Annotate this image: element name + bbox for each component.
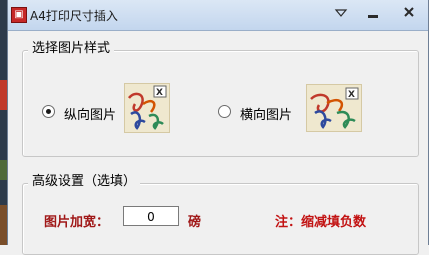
collapse-button[interactable] [328, 4, 354, 22]
radio-portrait-label: 纵向图片 [64, 108, 117, 123]
radio-landscape-label: 横向图片 [240, 108, 293, 123]
portrait-image-preview: X [124, 83, 170, 133]
close-icon [404, 7, 414, 17]
background-fragment [0, 80, 7, 110]
radio-selected-dot [46, 109, 51, 114]
negative-value-note: 注：缩减填负数 [275, 215, 367, 230]
portrait-sample-picture: X [128, 85, 167, 130]
minimize-icon [368, 15, 378, 18]
svg-text:X: X [156, 88, 163, 98]
radio-landscape-circle[interactable] [218, 105, 231, 118]
app-icon: ▣ [11, 7, 27, 23]
radio-landscape[interactable]: 横向图片 [218, 104, 308, 123]
title-bar[interactable]: ▣ A4打印尺寸插入 [8, 0, 428, 31]
unit-label: 磅 [188, 215, 202, 230]
minimize-button[interactable] [360, 4, 386, 22]
advanced-settings-group-title: 高级设置（选填） [28, 174, 141, 190]
background-strip [0, 0, 7, 245]
image-style-group-title: 选择图片样式 [28, 41, 115, 57]
window-title: A4打印尺寸插入 [30, 9, 118, 23]
background-fragment [0, 160, 7, 180]
radio-portrait-circle[interactable] [42, 105, 55, 118]
close-button[interactable] [392, 4, 426, 22]
landscape-sample-picture: X [310, 87, 359, 129]
svg-text:X: X [348, 90, 355, 100]
chevron-down-icon [334, 9, 348, 17]
landscape-image-preview: X [306, 84, 362, 132]
background-fragment [0, 205, 7, 245]
image-width-input[interactable]: 0 [123, 206, 179, 226]
dialog-window: ▣ A4打印尺寸插入 选择图片样式 纵向图片 X 横向图片 X 高级设置（选填）… [7, 0, 429, 255]
image-width-label: 图片加宽： [44, 215, 110, 230]
radio-portrait[interactable]: 纵向图片 [42, 104, 122, 123]
